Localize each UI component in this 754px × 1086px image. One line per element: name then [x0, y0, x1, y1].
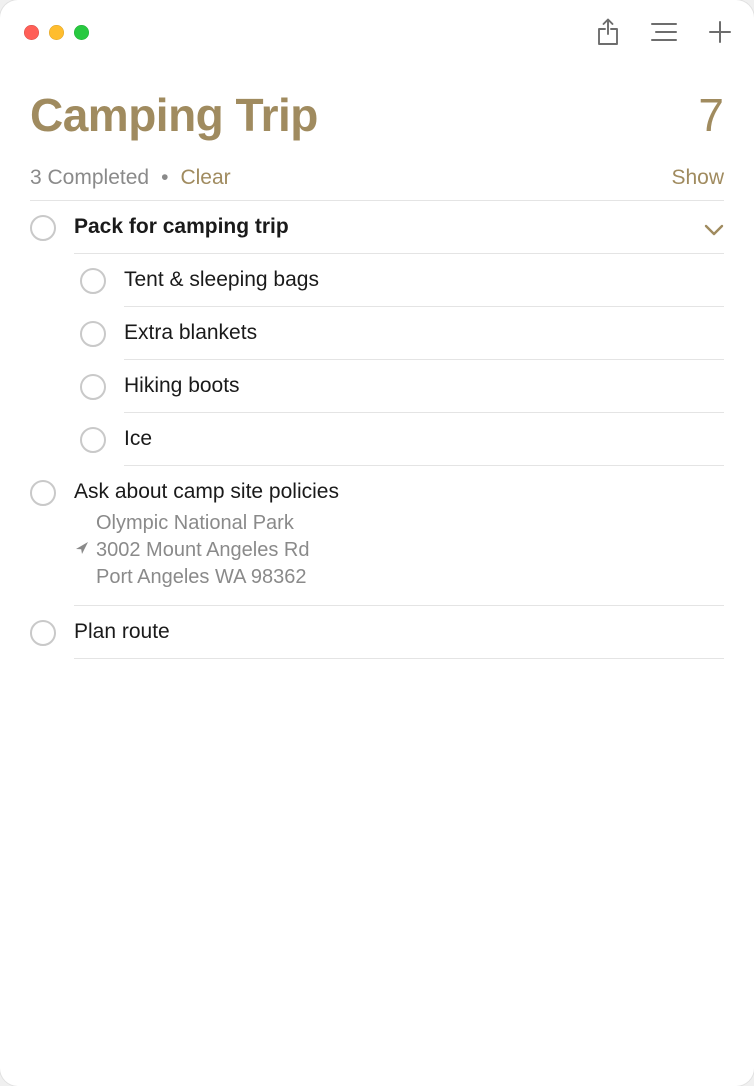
chevron-down-icon[interactable] — [704, 219, 724, 243]
location-name: Olympic National Park — [74, 510, 724, 537]
location-arrow-icon — [74, 537, 96, 564]
titlebar — [0, 0, 754, 64]
window-controls — [24, 25, 89, 40]
complete-toggle[interactable] — [80, 427, 106, 453]
reminder-title: Tent & sleeping bags — [124, 268, 319, 291]
reminder-title: Extra blankets — [124, 321, 257, 344]
reminder-title: Pack for camping trip — [74, 215, 289, 238]
reminder-title: Hiking boots — [124, 374, 240, 397]
complete-toggle[interactable] — [80, 321, 106, 347]
show-completed-button[interactable]: Show — [671, 166, 724, 190]
reminder-location[interactable]: Olympic National Park 3002 Mount Angeles… — [74, 510, 724, 591]
list-view-icon[interactable] — [650, 21, 678, 43]
reminder-row[interactable]: Tent & sleeping bags — [80, 254, 724, 307]
clear-completed-button[interactable]: Clear — [180, 166, 230, 190]
toolbar — [596, 18, 732, 46]
list-header: Camping Trip 7 — [0, 64, 754, 142]
complete-toggle[interactable] — [80, 374, 106, 400]
remaining-count: 7 — [698, 88, 724, 142]
complete-toggle[interactable] — [30, 480, 56, 506]
reminder-row[interactable]: Ice — [80, 413, 724, 466]
separator-dot: • — [161, 166, 168, 190]
reminder-title: Plan route — [74, 620, 170, 643]
reminder-title: Ask about camp site policies — [74, 480, 339, 503]
reminder-list: Pack for camping trip Tent & sleeping ba… — [0, 201, 754, 659]
completed-count-label: 3 Completed — [30, 166, 149, 190]
close-button[interactable] — [24, 25, 39, 40]
subtask-list: Tent & sleeping bags Extra blankets Hiki… — [80, 254, 724, 466]
reminder-row[interactable]: Extra blankets — [80, 307, 724, 360]
location-city: Port Angeles WA 98362 — [74, 564, 724, 591]
list-title: Camping Trip — [30, 88, 318, 142]
reminder-row[interactable]: Ask about camp site policies Olympic Nat… — [30, 466, 724, 606]
share-icon[interactable] — [596, 18, 620, 46]
zoom-button[interactable] — [74, 25, 89, 40]
reminder-title: Ice — [124, 427, 152, 450]
complete-toggle[interactable] — [30, 215, 56, 241]
add-icon[interactable] — [708, 20, 732, 44]
reminder-row[interactable]: Plan route — [30, 606, 724, 659]
reminder-row[interactable]: Pack for camping trip — [30, 201, 724, 254]
complete-toggle[interactable] — [30, 620, 56, 646]
completed-status-row: 3 Completed • Clear Show — [0, 142, 754, 200]
reminders-window: Camping Trip 7 3 Completed • Clear Show … — [0, 0, 754, 1086]
minimize-button[interactable] — [49, 25, 64, 40]
location-street: 3002 Mount Angeles Rd — [96, 537, 310, 564]
reminder-row[interactable]: Hiking boots — [80, 360, 724, 413]
complete-toggle[interactable] — [80, 268, 106, 294]
